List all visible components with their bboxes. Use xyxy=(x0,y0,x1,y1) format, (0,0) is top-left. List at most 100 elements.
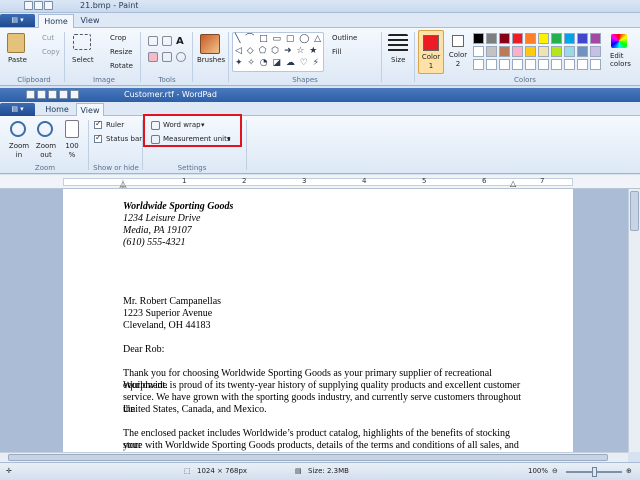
custom-color-slot[interactable] xyxy=(473,59,484,70)
status-bar-checkbox[interactable] xyxy=(94,133,102,143)
zoom-in-icon[interactable] xyxy=(10,121,26,137)
zoom-out-icon[interactable] xyxy=(37,121,53,137)
company-phone: (610) 555-4321 xyxy=(123,237,186,248)
zoom-slider-thumb[interactable] xyxy=(592,467,597,477)
color-swatch[interactable] xyxy=(525,46,536,57)
paste-icon[interactable] xyxy=(7,33,25,53)
recipient-name: Mr. Robert Campanellas xyxy=(123,296,222,307)
zoom-in-icon[interactable]: ⊕ xyxy=(626,467,632,475)
custom-color-slot[interactable] xyxy=(590,59,601,70)
company-name: Worldwide Sporting Goods xyxy=(123,201,234,212)
vertical-scrollbar[interactable] xyxy=(628,189,640,452)
ruler-number: 6 xyxy=(482,177,487,185)
eraser-icon[interactable] xyxy=(148,52,158,62)
zoom-out-button[interactable]: Zoom out xyxy=(35,142,57,160)
paint-tab-view[interactable]: View xyxy=(76,14,104,28)
color-swatch[interactable] xyxy=(564,46,575,57)
right-indent-marker[interactable]: △ xyxy=(510,179,516,188)
color-swatch[interactable] xyxy=(473,46,484,57)
ruler-checkbox[interactable] xyxy=(94,119,102,129)
color-swatch[interactable] xyxy=(499,46,510,57)
color-swatch[interactable] xyxy=(525,33,536,44)
color-swatch[interactable] xyxy=(486,33,497,44)
ribbon-divider xyxy=(140,32,141,82)
redo-icon[interactable] xyxy=(44,1,53,10)
color-swatch[interactable] xyxy=(590,46,601,57)
salutation: Dear Rob: xyxy=(123,344,165,355)
wordpad-tab-home[interactable]: Home xyxy=(42,103,72,117)
color-swatch[interactable] xyxy=(486,46,497,57)
color2-button[interactable]: Color 2 xyxy=(447,30,469,74)
color-swatch[interactable] xyxy=(538,33,549,44)
custom-color-slot[interactable] xyxy=(551,59,562,70)
horizontal-scrollbar[interactable] xyxy=(0,452,628,462)
size-button[interactable]: Size xyxy=(391,56,405,64)
color-swatch[interactable] xyxy=(551,46,562,57)
color-swatch[interactable] xyxy=(564,33,575,44)
save-icon[interactable] xyxy=(26,90,35,99)
save-icon[interactable] xyxy=(24,1,33,10)
paint-tab-home[interactable]: Home xyxy=(38,14,74,28)
wordpad-app-menu-button[interactable]: ▤ ▾ xyxy=(0,103,35,116)
undo-icon[interactable] xyxy=(37,90,46,99)
print-icon[interactable] xyxy=(59,90,68,99)
wordpad-window-title: Customer.rtf - WordPad xyxy=(124,90,217,99)
scroll-thumb[interactable] xyxy=(8,454,608,461)
custom-color-slot[interactable] xyxy=(512,59,523,70)
color-swatch[interactable] xyxy=(577,33,588,44)
paint-title-bar: 21.bmp - Paint xyxy=(0,0,640,13)
customize-icon[interactable] xyxy=(70,90,79,99)
paragraph-1-line: United States, Canada, and Mexico. xyxy=(123,404,267,415)
tools-group-label: Tools xyxy=(158,76,176,84)
custom-color-slot[interactable] xyxy=(486,59,497,70)
custom-color-slot[interactable] xyxy=(499,59,510,70)
color-swatch[interactable] xyxy=(512,33,523,44)
color-swatch[interactable] xyxy=(590,33,601,44)
color-swatch[interactable] xyxy=(512,46,523,57)
image-dimensions-icon: ⬚ xyxy=(184,467,191,475)
select-icon[interactable] xyxy=(73,34,91,50)
color-swatch[interactable] xyxy=(473,33,484,44)
custom-color-slot[interactable] xyxy=(525,59,536,70)
color-swatch[interactable] xyxy=(499,33,510,44)
image-group-label: Image xyxy=(93,76,115,84)
copy-button[interactable]: Copy xyxy=(42,48,60,56)
crop-button[interactable]: Crop xyxy=(110,34,126,42)
custom-color-slot[interactable] xyxy=(538,59,549,70)
pencil-icon[interactable] xyxy=(148,36,158,46)
custom-color-slot[interactable] xyxy=(577,59,588,70)
custom-color-slot[interactable] xyxy=(564,59,575,70)
brushes-button[interactable]: Brushes xyxy=(197,56,225,64)
size-icon[interactable] xyxy=(388,34,408,52)
rotate-button[interactable]: Rotate xyxy=(110,62,133,70)
paste-button[interactable]: Paste xyxy=(8,56,27,64)
scroll-thumb[interactable] xyxy=(630,191,639,231)
select-button[interactable]: Select xyxy=(72,56,94,64)
fill-dropdown[interactable]: Fill xyxy=(332,48,341,56)
edit-colors-button[interactable]: Edit colors xyxy=(610,52,636,68)
outline-dropdown[interactable]: Outline xyxy=(332,34,357,42)
cut-button[interactable]: Cut xyxy=(42,34,54,42)
ruler[interactable]: 1 2 3 4 5 6 7 ⏅ △ xyxy=(0,175,640,189)
wordpad-tab-view[interactable]: View xyxy=(76,103,104,117)
zoom-out-icon[interactable]: ⊖ xyxy=(552,467,558,475)
color-swatch[interactable] xyxy=(551,33,562,44)
fill-bucket-icon[interactable] xyxy=(162,36,172,46)
text-icon[interactable]: A xyxy=(176,36,186,47)
brushes-icon[interactable] xyxy=(200,34,220,54)
zoom-100-button[interactable]: 100 % xyxy=(63,142,81,160)
color-swatch[interactable] xyxy=(538,46,549,57)
color1-button[interactable]: Color 1 xyxy=(418,30,444,74)
resize-button[interactable]: Resize xyxy=(110,48,132,56)
redo-icon[interactable] xyxy=(48,90,57,99)
zoom-100-icon[interactable] xyxy=(65,120,79,138)
shapes-gallery[interactable]: ╲ ⌒ □ ▭ ▢ ◯ △ ◁ ◇ ⬠ ⬡ ➜ ☆ ★ ✦ ✧ ◔ ◪ ☁ ♡ ⚡ xyxy=(232,32,324,72)
magnifier-icon[interactable] xyxy=(176,52,186,62)
paint-app-menu-button[interactable]: ▤ ▾ xyxy=(0,14,35,27)
zoom-in-button[interactable]: Zoom in xyxy=(8,142,30,160)
edit-colors-icon[interactable] xyxy=(611,34,627,48)
document-page[interactable]: Worldwide Sporting Goods 1234 Leisure Dr… xyxy=(63,189,573,452)
color-swatch[interactable] xyxy=(577,46,588,57)
undo-icon[interactable] xyxy=(34,1,43,10)
color-picker-icon[interactable] xyxy=(162,52,172,62)
